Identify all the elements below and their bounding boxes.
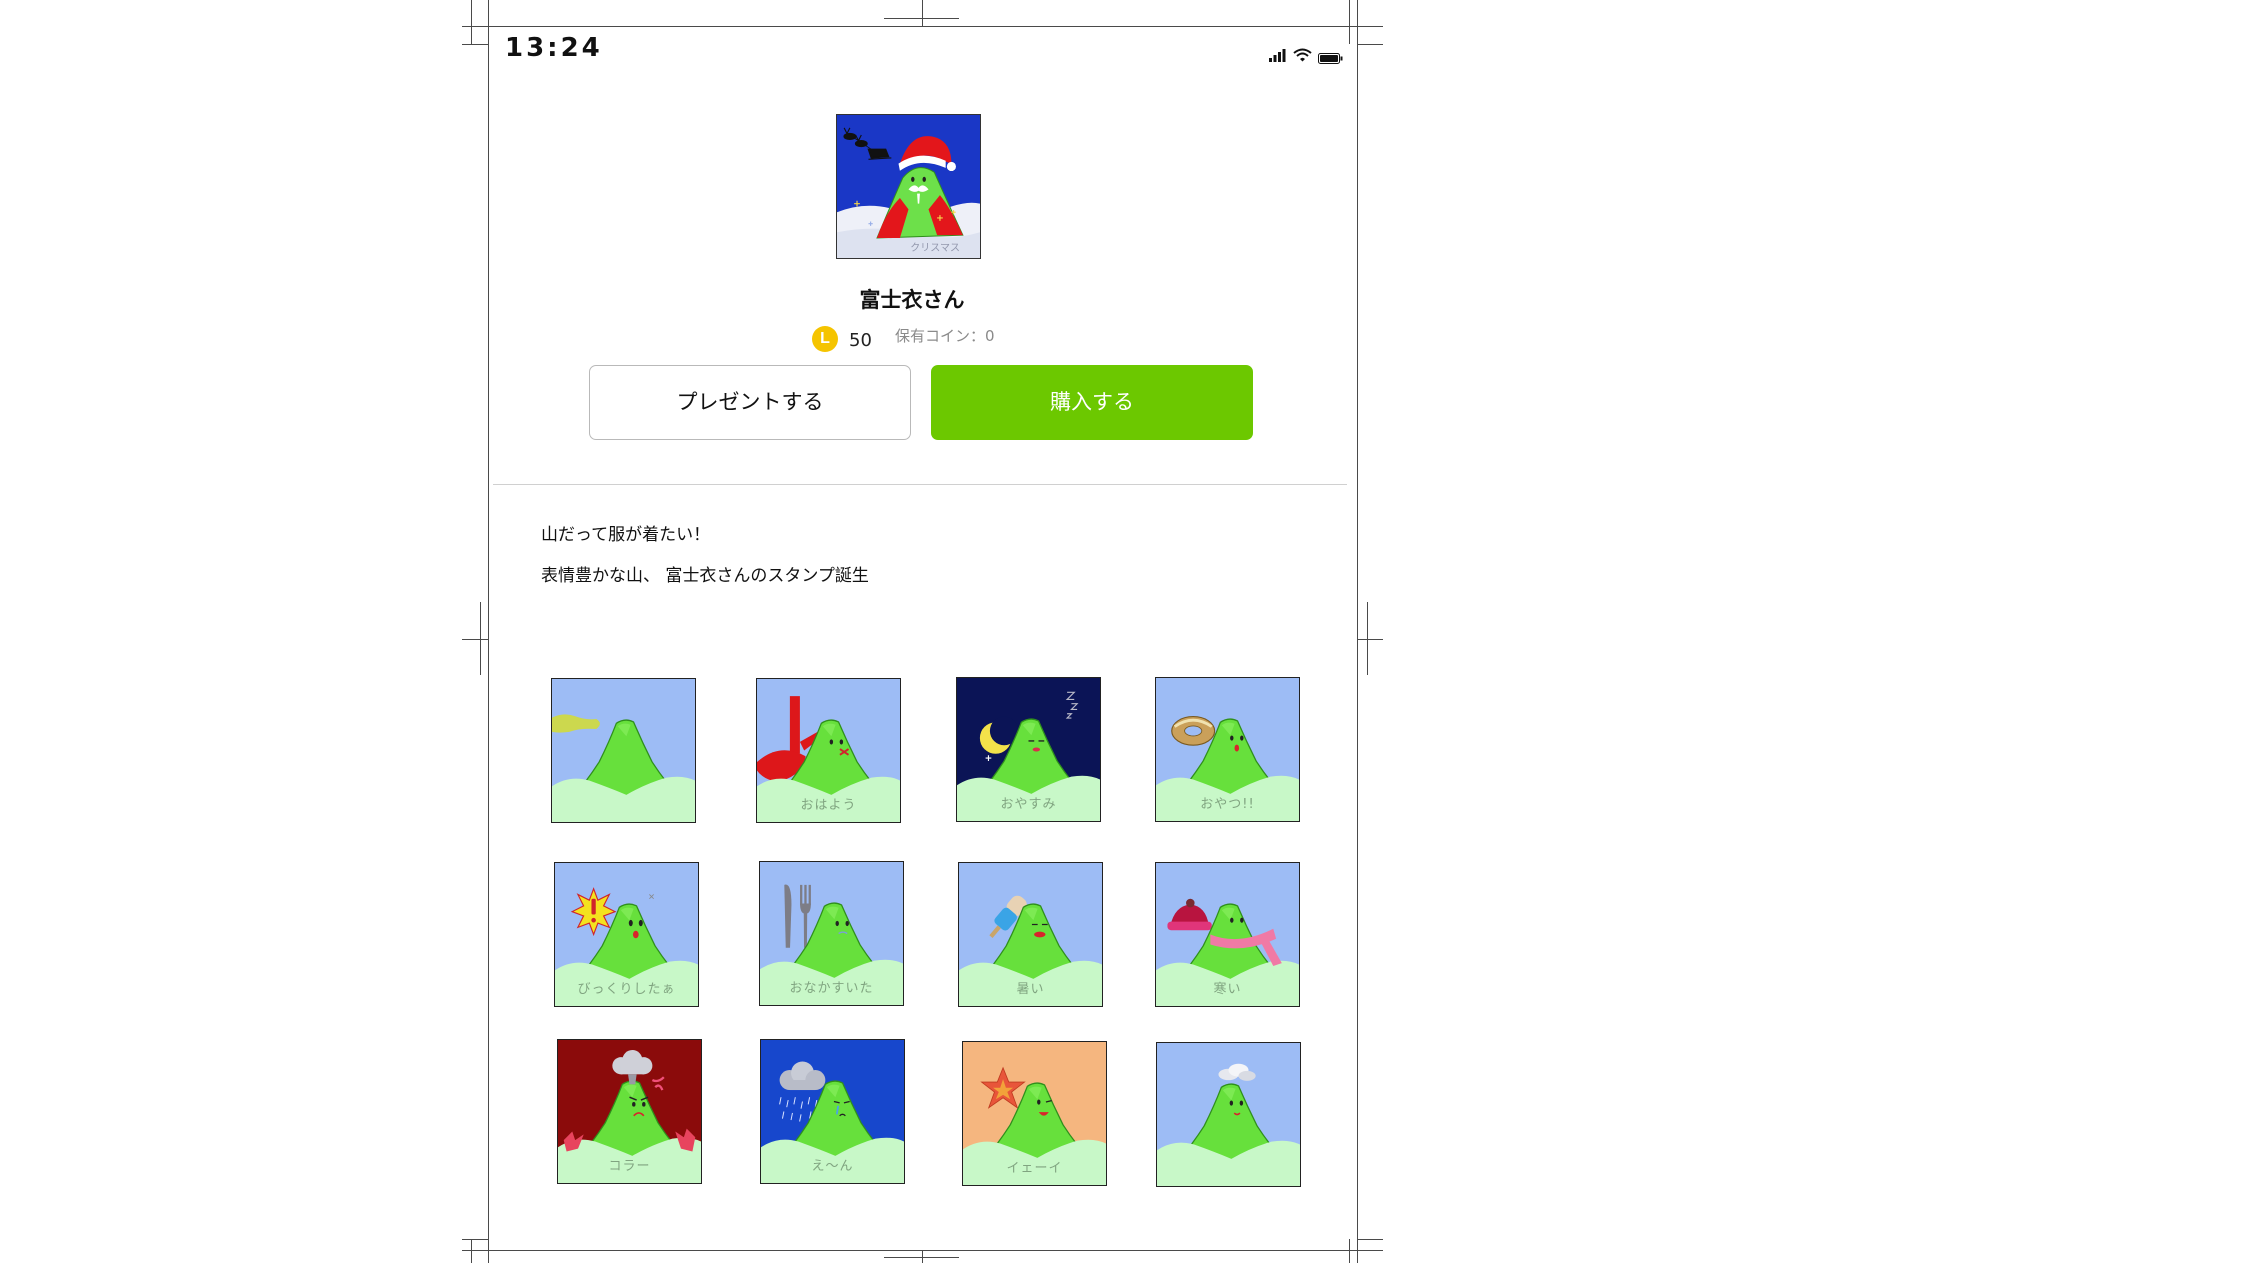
crop-mark	[471, 0, 472, 44]
sticker-5[interactable]: びっくりしたぁ	[554, 862, 699, 1007]
owned-coins-label: 保有コイン：0	[895, 327, 995, 345]
main-image-caption: クリスマス	[910, 243, 960, 254]
sticker-caption: 暑い	[1016, 982, 1045, 997]
sticker-6[interactable]: おなかすいた	[759, 861, 904, 1006]
center-mark-top	[922, 0, 923, 26]
sticker-4[interactable]: おやつ!!	[1155, 677, 1300, 822]
sticker-caption: おやすみ	[1000, 797, 1057, 812]
sticker-1[interactable]	[551, 678, 696, 823]
status-time: 13:24	[505, 33, 603, 63]
wifi-icon	[1293, 47, 1312, 62]
crop-mark	[1349, 0, 1350, 44]
crop-mark	[1349, 1239, 1350, 1263]
center-mark-bottom	[884, 1257, 959, 1258]
sticker-caption: イェーイ	[1006, 1161, 1063, 1176]
sticker-set-title: 富士衣さん	[859, 288, 965, 312]
sticker-set-main-image[interactable]: クリスマス	[836, 114, 981, 259]
donut-icon	[1171, 716, 1216, 746]
center-mark-top	[884, 18, 959, 19]
center-mark-right	[1367, 602, 1368, 675]
battery-icon	[1318, 49, 1343, 64]
sticker-9[interactable]: コラー	[557, 1039, 702, 1184]
sticker-caption: びっくりしたぁ	[577, 982, 676, 997]
sticker-caption: コラー	[608, 1159, 651, 1174]
sticker-8[interactable]: 寒い	[1155, 862, 1300, 1007]
section-divider	[493, 484, 1347, 485]
sticker-3[interactable]: おやすみ	[956, 677, 1101, 822]
crop-mark	[1357, 44, 1383, 45]
sticker-art	[1157, 1043, 1300, 1186]
crop-mark	[462, 1239, 488, 1240]
crop-mark	[1357, 1239, 1383, 1240]
present-button[interactable]: プレゼントする	[589, 365, 911, 440]
exclamation-burst-icon	[570, 887, 617, 937]
description-line-1: 山だって服が着たい！	[541, 525, 711, 545]
frame-right-line	[1357, 0, 1358, 1263]
sticker-11[interactable]: イェーイ	[962, 1041, 1107, 1186]
frame-top-line	[462, 26, 1383, 27]
center-mark-left	[480, 602, 481, 675]
price-value: 50	[849, 330, 872, 351]
signal-icon	[1269, 47, 1287, 62]
buy-button[interactable]: 購入する	[931, 365, 1253, 440]
sticker-caption: 寒い	[1213, 982, 1242, 997]
frame-left-line	[488, 0, 489, 1263]
description-line-2: 表情豊かな山、 富士衣さんのスタンプ誕生	[541, 566, 869, 586]
sticker-caption: おはよう	[800, 798, 857, 813]
crop-mark	[462, 44, 488, 45]
line-coin-icon: L	[812, 326, 838, 352]
christmas-illustration	[837, 115, 980, 258]
crop-mark	[471, 1239, 472, 1263]
sticker-2[interactable]: おはよう	[756, 678, 901, 823]
sticker-10[interactable]: え〜ん	[760, 1039, 905, 1184]
sticker-art	[552, 679, 695, 822]
sticker-12[interactable]	[1156, 1042, 1301, 1187]
center-mark-left	[462, 639, 488, 640]
center-mark-right	[1357, 639, 1383, 640]
sticker-7[interactable]: 暑い	[958, 862, 1103, 1007]
sticker-caption: え〜ん	[811, 1159, 854, 1174]
sticker-caption: おなかすいた	[789, 981, 874, 996]
sticker-caption: おやつ!!	[1200, 797, 1255, 812]
